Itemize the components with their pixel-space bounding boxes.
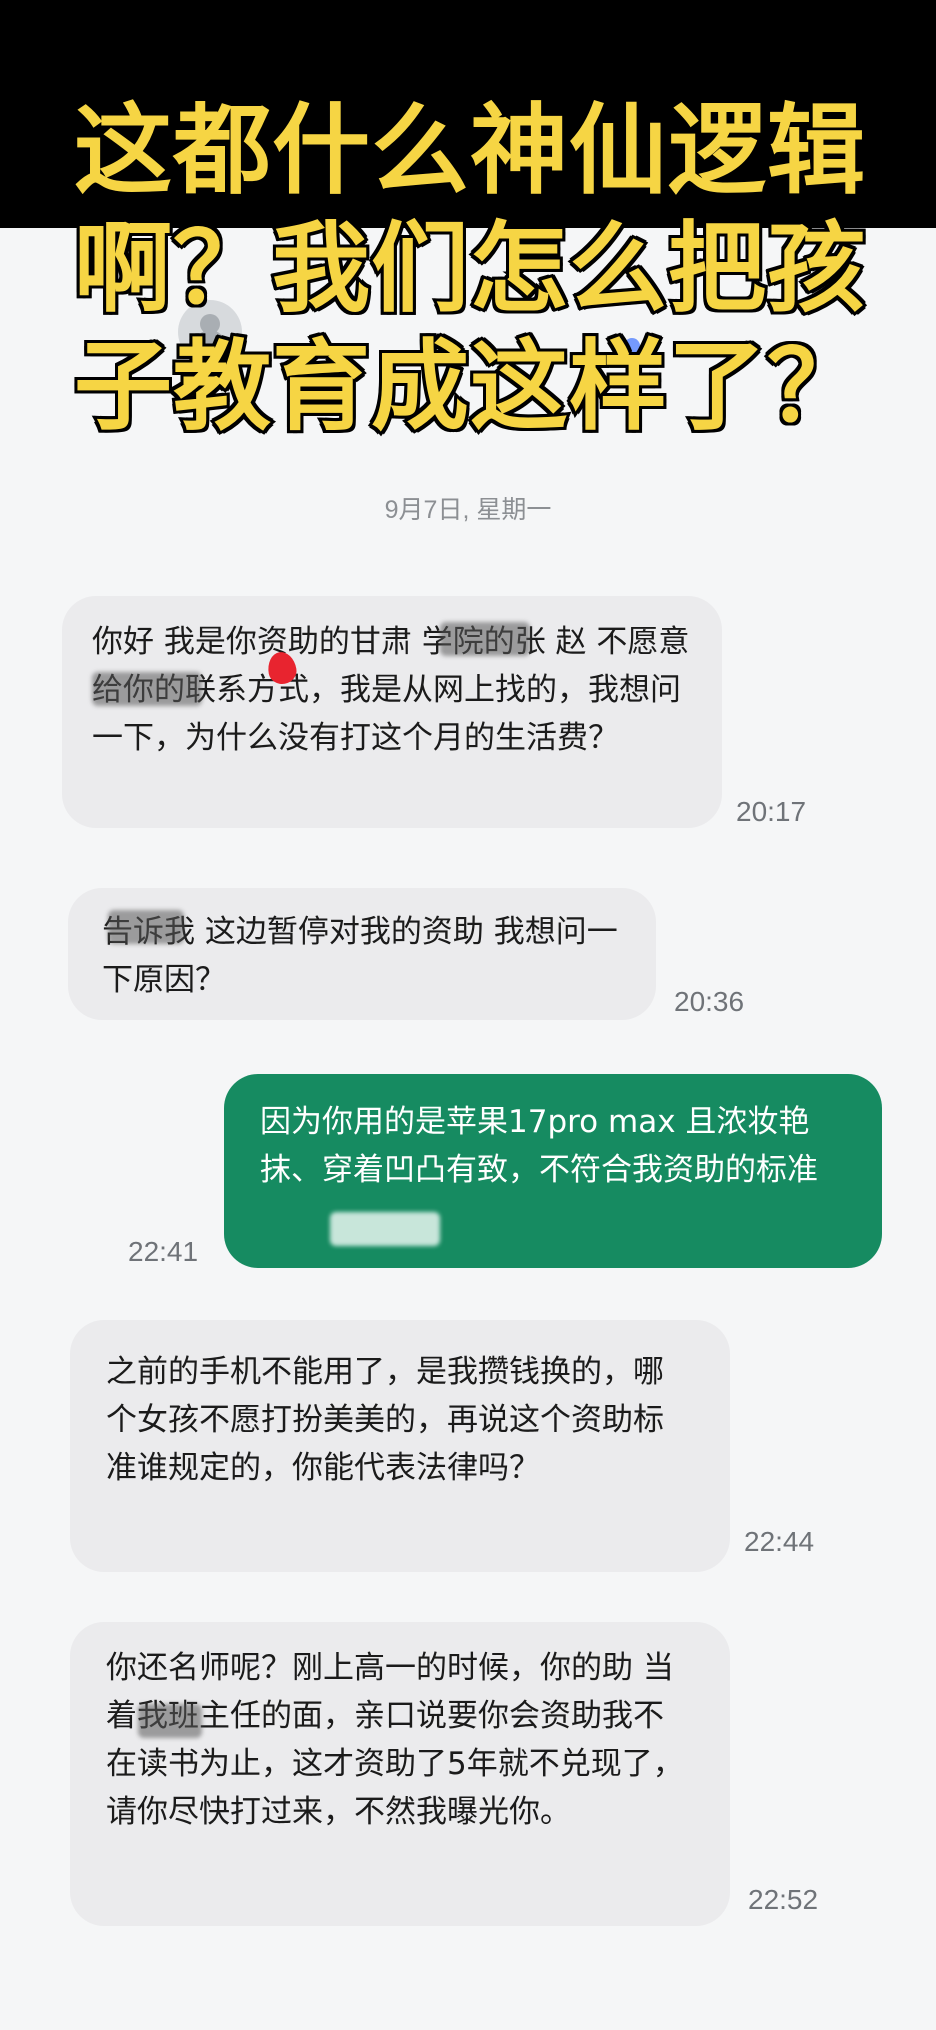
message-text: 因为你用的是苹果17pro max 且浓妆艳抹、穿着凹凸有致，不符合我资助的标准 <box>260 1104 818 1188</box>
meme-title: 这都什么神仙逻辑 啊？我们怎么把孩 子教育成这样了？ <box>20 91 920 447</box>
chat-date-label: 9月7日, 星期一 <box>384 496 552 524</box>
message-time: 20:17 <box>736 796 807 827</box>
message-bubble-outgoing: 因为你用的是苹果17pro max 且浓妆艳抹、穿着凹凸有致，不符合我资助的标准 <box>224 1074 882 1268</box>
message-text: 之前的手机不能用了，是我攒钱换的，哪个女孩不愿打扮美美的，再说这个资助标准谁规定… <box>106 1354 664 1486</box>
message-bubble-incoming: 你还名师呢？刚上高一的时候，你的助 当着我班主任的面，亲口说要你会资助我不在读书… <box>70 1622 730 1926</box>
redaction-blur <box>92 672 202 706</box>
redaction-blur <box>330 1212 440 1246</box>
message-bubble-incoming: 你好 我是你资助的甘肃 学院的张 赵 不愿意给你的联系方式，我是从网上找的，我想… <box>62 596 722 828</box>
message-time: 22:44 <box>744 1526 815 1557</box>
message-bubble-incoming: 告诉我 这边暂停对我的资助 我想问一下原因？ <box>68 888 656 1020</box>
message-time: 22:52 <box>748 1884 819 1915</box>
message-time: 22:41 <box>128 1236 199 1267</box>
meme-title-line-3: 子教育成这样了？ <box>71 327 868 447</box>
redaction-blur <box>440 622 530 656</box>
redaction-blur <box>138 1704 202 1738</box>
message-bubble-incoming: 之前的手机不能用了，是我攒钱换的，哪个女孩不愿打扮美美的，再说这个资助标准谁规定… <box>70 1320 730 1572</box>
meme-title-line-2: 啊？我们怎么把孩 <box>71 209 868 329</box>
message-time: 20:36 <box>674 986 745 1017</box>
meme-screenshot: 这都什么神仙逻辑 啊？我们怎么把孩 子教育成这样了？ 9月7日, 星期一 你好 … <box>0 0 936 2030</box>
meme-title-line-1: 这都什么神仙逻辑 <box>71 91 868 211</box>
message-text: 你还名师呢？刚上高一的时候，你的助 当着我班主任的面，亲口说要你会资助我不在读书… <box>106 1650 684 1830</box>
redaction-blur <box>108 910 184 944</box>
